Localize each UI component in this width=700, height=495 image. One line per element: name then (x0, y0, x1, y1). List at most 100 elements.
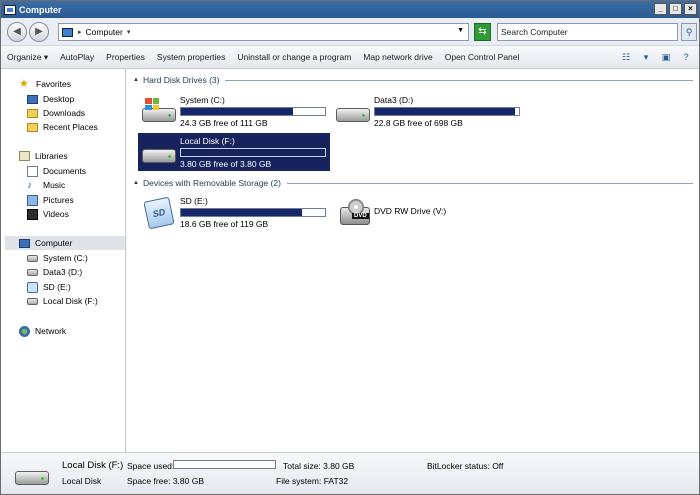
hard-drive-icon (142, 139, 176, 165)
breadcrumb-separator-icon[interactable]: ▸ (78, 28, 82, 36)
address-bar[interactable]: ▸ Computer ▾ ▼ (58, 23, 469, 41)
nav-label: Favorites (36, 79, 71, 89)
space-used-bar (173, 460, 276, 469)
bitlocker-status-value: BitLocker status: Off (427, 461, 504, 471)
nav-label: Videos (43, 209, 69, 219)
properties-button[interactable]: Properties (106, 52, 145, 62)
system-drive-icon (27, 254, 38, 262)
computer-icon (4, 4, 16, 15)
nav-libraries[interactable]: Libraries (19, 149, 68, 163)
nav-local-disk-f[interactable]: Local Disk (F:) (27, 294, 98, 308)
details-title: Local Disk (F:) (62, 460, 124, 471)
drive-name: Local Disk (F:) (180, 136, 235, 146)
close-button[interactable]: × (684, 3, 697, 15)
back-button[interactable]: ◀ (7, 22, 27, 42)
collapse-icon[interactable]: ▲ (133, 77, 139, 83)
file-system-value: File system: FAT32 (276, 476, 349, 486)
map-network-drive-button[interactable]: Map network drive (363, 52, 432, 62)
nav-videos[interactable]: Videos (27, 207, 69, 221)
recent-places-icon (27, 122, 38, 132)
nav-documents[interactable]: Documents (27, 164, 86, 178)
drive-tile-system-c[interactable]: System (C:) 24.3 GB free of 111 GB (138, 92, 330, 130)
drive-name: System (C:) (180, 95, 225, 105)
breadcrumb-computer[interactable]: Computer (86, 27, 123, 37)
hard-disk-group-header[interactable]: ▲ Hard Disk Drives (3) (133, 74, 693, 86)
dvd-drive-icon: DVD (336, 199, 370, 225)
hard-drive-icon (336, 98, 370, 124)
search-icon: ⚲ (685, 27, 693, 37)
drive-free-space: 3.80 GB free of 3.80 GB (180, 159, 272, 169)
documents-icon (27, 165, 38, 177)
drive-name: Data3 (D:) (374, 95, 414, 105)
space-free-value: Space free: 3.80 GB (127, 476, 205, 486)
view-options-icon[interactable]: ☷ (619, 50, 633, 64)
computer-icon (19, 238, 30, 248)
nav-label: Pictures (43, 195, 74, 205)
downloads-folder-icon (27, 108, 38, 118)
nav-label: Local Disk (F:) (43, 296, 98, 306)
videos-icon (27, 208, 38, 220)
uninstall-program-button[interactable]: Uninstall or change a program (237, 52, 351, 62)
autoplay-button[interactable]: AutoPlay (60, 52, 94, 62)
nav-sd-e[interactable]: SD (E:) (27, 280, 71, 294)
nav-label: Computer (35, 238, 73, 248)
network-icon (19, 325, 30, 337)
nav-downloads[interactable]: Downloads (27, 106, 85, 120)
total-size-value: Total size: 3.80 GB (283, 461, 355, 471)
address-row: ◀ ▶ ▸ Computer ▾ ▼ ⇆ Search Computer ⚲ (1, 18, 699, 46)
system-properties-button[interactable]: System properties (157, 52, 226, 62)
drive-usage-bar (180, 148, 326, 157)
refresh-button[interactable]: ⇆ (474, 23, 491, 41)
computer-icon (62, 27, 73, 37)
windows-logo-icon (145, 98, 159, 110)
hard-drive-icon (27, 297, 38, 305)
organize-menu[interactable]: Organize ▾ (7, 52, 48, 63)
libraries-icon (19, 151, 30, 161)
forward-arrow-icon: ▶ (35, 26, 43, 37)
address-history-dropdown-icon[interactable]: ▼ (457, 27, 464, 34)
drive-tile-local-disk-f[interactable]: Local Disk (F:) 3.80 GB free of 3.80 GB (138, 133, 330, 171)
nav-label: Music (43, 180, 66, 190)
title-bar[interactable]: Computer _ □ × (1, 1, 699, 18)
nav-recent-places[interactable]: Recent Places (27, 120, 98, 134)
view-dropdown-icon[interactable]: ▾ (639, 50, 653, 64)
drive-tile-dvd-v[interactable]: DVD DVD RW Drive (V:) (332, 193, 524, 231)
search-input[interactable]: Search Computer (497, 23, 678, 41)
preview-pane-icon[interactable]: ▣ (659, 50, 673, 64)
nav-music[interactable]: ♪ Music (27, 178, 65, 192)
star-icon: ★ (19, 77, 29, 90)
nav-label: Desktop (43, 94, 75, 104)
minimize-button[interactable]: _ (654, 3, 667, 15)
open-control-panel-button[interactable]: Open Control Panel (445, 52, 520, 62)
nav-label: SD (E:) (43, 282, 71, 292)
nav-system-c[interactable]: System (C:) (27, 251, 88, 265)
music-icon: ♪ (27, 179, 32, 191)
nav-label: Data3 (D:) (43, 267, 83, 277)
drive-tile-data3-d[interactable]: Data3 (D:) 22.8 GB free of 698 GB (332, 92, 524, 130)
nav-network[interactable]: Network (19, 324, 66, 338)
nav-pictures[interactable]: Pictures (27, 193, 74, 207)
nav-label: System (C:) (43, 253, 88, 263)
forward-button[interactable]: ▶ (29, 22, 49, 42)
nav-favorites[interactable]: ★ Favorites (19, 77, 71, 91)
drive-name: SD (E:) (180, 196, 208, 206)
collapse-icon[interactable]: ▲ (133, 180, 139, 186)
nav-desktop[interactable]: Desktop (27, 92, 74, 106)
search-button[interactable]: ⚲ (681, 23, 697, 41)
command-bar: Organize ▾ AutoPlay Properties System pr… (1, 46, 699, 69)
breadcrumb-dropdown-icon[interactable]: ▾ (127, 28, 131, 36)
removable-group-header[interactable]: ▲ Devices with Removable Storage (2) (133, 177, 693, 189)
drive-name: DVD RW Drive (V:) (374, 206, 447, 216)
sd-card-icon: SD (142, 196, 176, 230)
maximize-button[interactable]: □ (669, 3, 682, 15)
drive-usage-bar (180, 107, 326, 116)
drive-tile-sd-e[interactable]: SD SD (E:) 18.6 GB free of 119 GB (138, 193, 330, 231)
window-title: Computer (19, 4, 62, 15)
sd-card-icon (27, 281, 38, 293)
nav-computer[interactable]: Computer (5, 236, 125, 250)
explorer-window: Computer _ □ × ◀ ▶ ▸ Computer ▾ ▼ ⇆ Sear… (0, 0, 700, 495)
help-icon[interactable]: ? (679, 50, 693, 64)
group-divider (286, 182, 693, 184)
nav-data3-d[interactable]: Data3 (D:) (27, 265, 82, 279)
refresh-icon: ⇆ (478, 26, 487, 37)
